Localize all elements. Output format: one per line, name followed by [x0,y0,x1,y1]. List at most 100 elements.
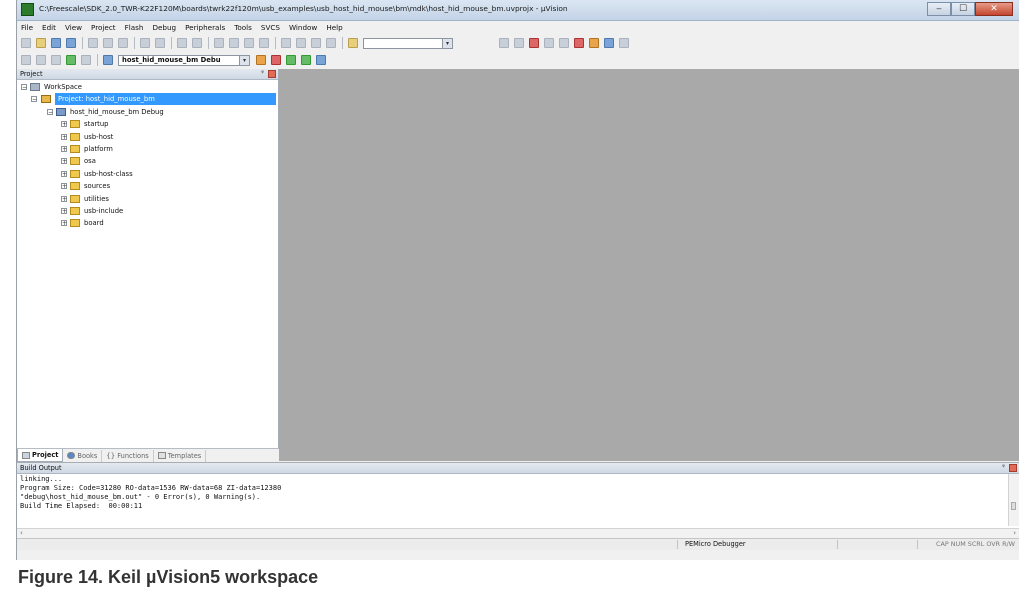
close-panel-icon[interactable] [268,70,276,78]
tree-node-group[interactable]: + sources [19,180,276,192]
save-icon[interactable] [51,38,61,48]
incremental-find-icon[interactable] [514,38,524,48]
maximize-button[interactable]: ☐ [951,2,975,16]
tree-node-workspace[interactable]: − WorkSpace [19,81,276,93]
tab-project[interactable]: Project [17,449,64,462]
unindent-icon[interactable] [296,38,306,48]
manage-project-items-icon[interactable] [286,55,296,65]
target-select[interactable]: host_hid_mouse_bm Debu ▾ [118,54,250,66]
build-output-text[interactable]: linking... Program Size: Code=31280 RO-da… [20,475,281,511]
tab-templates[interactable]: Templates [154,449,207,462]
collapse-icon[interactable]: − [47,108,53,115]
collapse-icon[interactable]: − [31,96,37,103]
expand-icon[interactable]: + [61,133,67,140]
navigate-forward-icon[interactable] [192,38,202,48]
minimize-button[interactable]: ‒ [927,2,951,16]
tab-books[interactable]: Books [63,449,103,462]
title-bar[interactable]: C:\Freescale\SDK_2.0_TWR-K22F120M\boards… [17,0,1019,21]
new-file-icon[interactable] [21,38,31,48]
indent-icon[interactable] [281,38,291,48]
menu-svcs[interactable]: SVCS [261,23,280,32]
paste-icon[interactable] [118,38,128,48]
open-file-icon[interactable] [36,38,46,48]
build-icon[interactable] [36,55,46,65]
expand-icon[interactable]: + [61,121,67,128]
tree-node-group[interactable]: + usb-include [19,205,276,217]
menu-window[interactable]: Window [289,23,317,32]
status-separator [917,540,918,549]
configure-icon[interactable] [589,38,599,48]
editor-area[interactable] [279,69,1019,461]
tree-node-group[interactable]: + platform [19,143,276,155]
tree-node-project[interactable]: − Project: host_hid_mouse_bm [19,93,276,106]
vertical-scrollbar[interactable] [1008,474,1019,526]
target-options-icon[interactable] [256,55,266,65]
tree-node-group[interactable]: + osa [19,155,276,167]
kill-breakpoints-icon[interactable] [574,38,584,48]
expand-icon[interactable]: + [61,183,67,190]
navigate-back-icon[interactable] [177,38,187,48]
scrollbar-thumb[interactable] [1011,502,1016,510]
menu-file[interactable]: File [21,23,33,32]
tree-node-target[interactable]: − host_hid_mouse_bm Debug [19,106,276,118]
pin-icon[interactable]: ᵠ [261,69,264,77]
redo-icon[interactable] [155,38,165,48]
find-icon[interactable] [499,38,509,48]
expand-icon[interactable]: + [61,158,67,165]
disable-breakpoint-icon[interactable] [559,38,569,48]
menu-edit[interactable]: Edit [42,23,56,32]
prev-bookmark-icon[interactable] [229,38,239,48]
menu-view[interactable]: View [65,23,82,32]
stop-build-icon[interactable] [81,55,91,65]
expand-icon[interactable]: + [61,145,67,152]
uncomment-icon[interactable] [326,38,336,48]
collapse-icon[interactable]: − [21,84,27,91]
find-combo[interactable]: ▾ [363,37,453,49]
save-all-icon[interactable] [66,38,76,48]
expand-icon[interactable]: + [61,207,67,214]
tab-functions[interactable]: {} Functions [102,449,154,462]
window-layout-icon[interactable] [604,38,614,48]
debug-session-icon[interactable] [529,38,539,48]
menu-debug[interactable]: Debug [152,23,176,32]
clear-bookmarks-icon[interactable] [259,38,269,48]
close-panel-icon[interactable] [1009,464,1017,472]
batch-build-icon[interactable] [66,55,76,65]
bookmark-icon[interactable] [214,38,224,48]
tree-node-group[interactable]: + board [19,217,276,229]
menu-tools[interactable]: Tools [234,23,252,32]
cut-icon[interactable] [88,38,98,48]
chevron-down-icon[interactable]: ▾ [442,38,452,48]
menu-flash[interactable]: Flash [125,23,144,32]
menu-peripherals[interactable]: Peripherals [185,23,225,32]
close-button[interactable]: ✕ [975,2,1013,16]
expand-icon[interactable]: + [61,220,67,227]
tree-node-group[interactable]: + usb-host [19,131,276,143]
pack-installer-icon[interactable] [301,55,311,65]
rebuild-icon[interactable] [51,55,61,65]
tree-node-group[interactable]: + utilities [19,193,276,205]
file-extensions-icon[interactable] [271,55,281,65]
wrench-icon[interactable] [619,38,629,48]
copy-icon[interactable] [103,38,113,48]
run-time-environment-icon[interactable] [316,55,326,65]
find-in-files-icon[interactable] [348,38,358,48]
tree-node-group[interactable]: + startup [19,118,276,130]
comment-icon[interactable] [311,38,321,48]
tree-node-group[interactable]: + usb-host-class [19,168,276,180]
translate-icon[interactable] [21,55,31,65]
scroll-left-icon[interactable]: ‹ [20,529,23,537]
undo-icon[interactable] [140,38,150,48]
menu-help[interactable]: Help [326,23,342,32]
next-bookmark-icon[interactable] [244,38,254,48]
expand-icon[interactable]: + [61,170,67,177]
menu-project[interactable]: Project [91,23,116,32]
chevron-down-icon[interactable]: ▾ [239,55,249,65]
download-icon[interactable] [103,55,113,65]
project-panel: Project ᵠ − WorkSpace − Project: host_hi… [17,69,279,461]
scroll-right-icon[interactable]: › [1013,529,1016,537]
tree-label-group: platform [84,144,113,153]
breakpoint-icon[interactable] [544,38,554,48]
pin-icon[interactable]: ᵠ [1002,463,1005,471]
expand-icon[interactable]: + [61,195,67,202]
